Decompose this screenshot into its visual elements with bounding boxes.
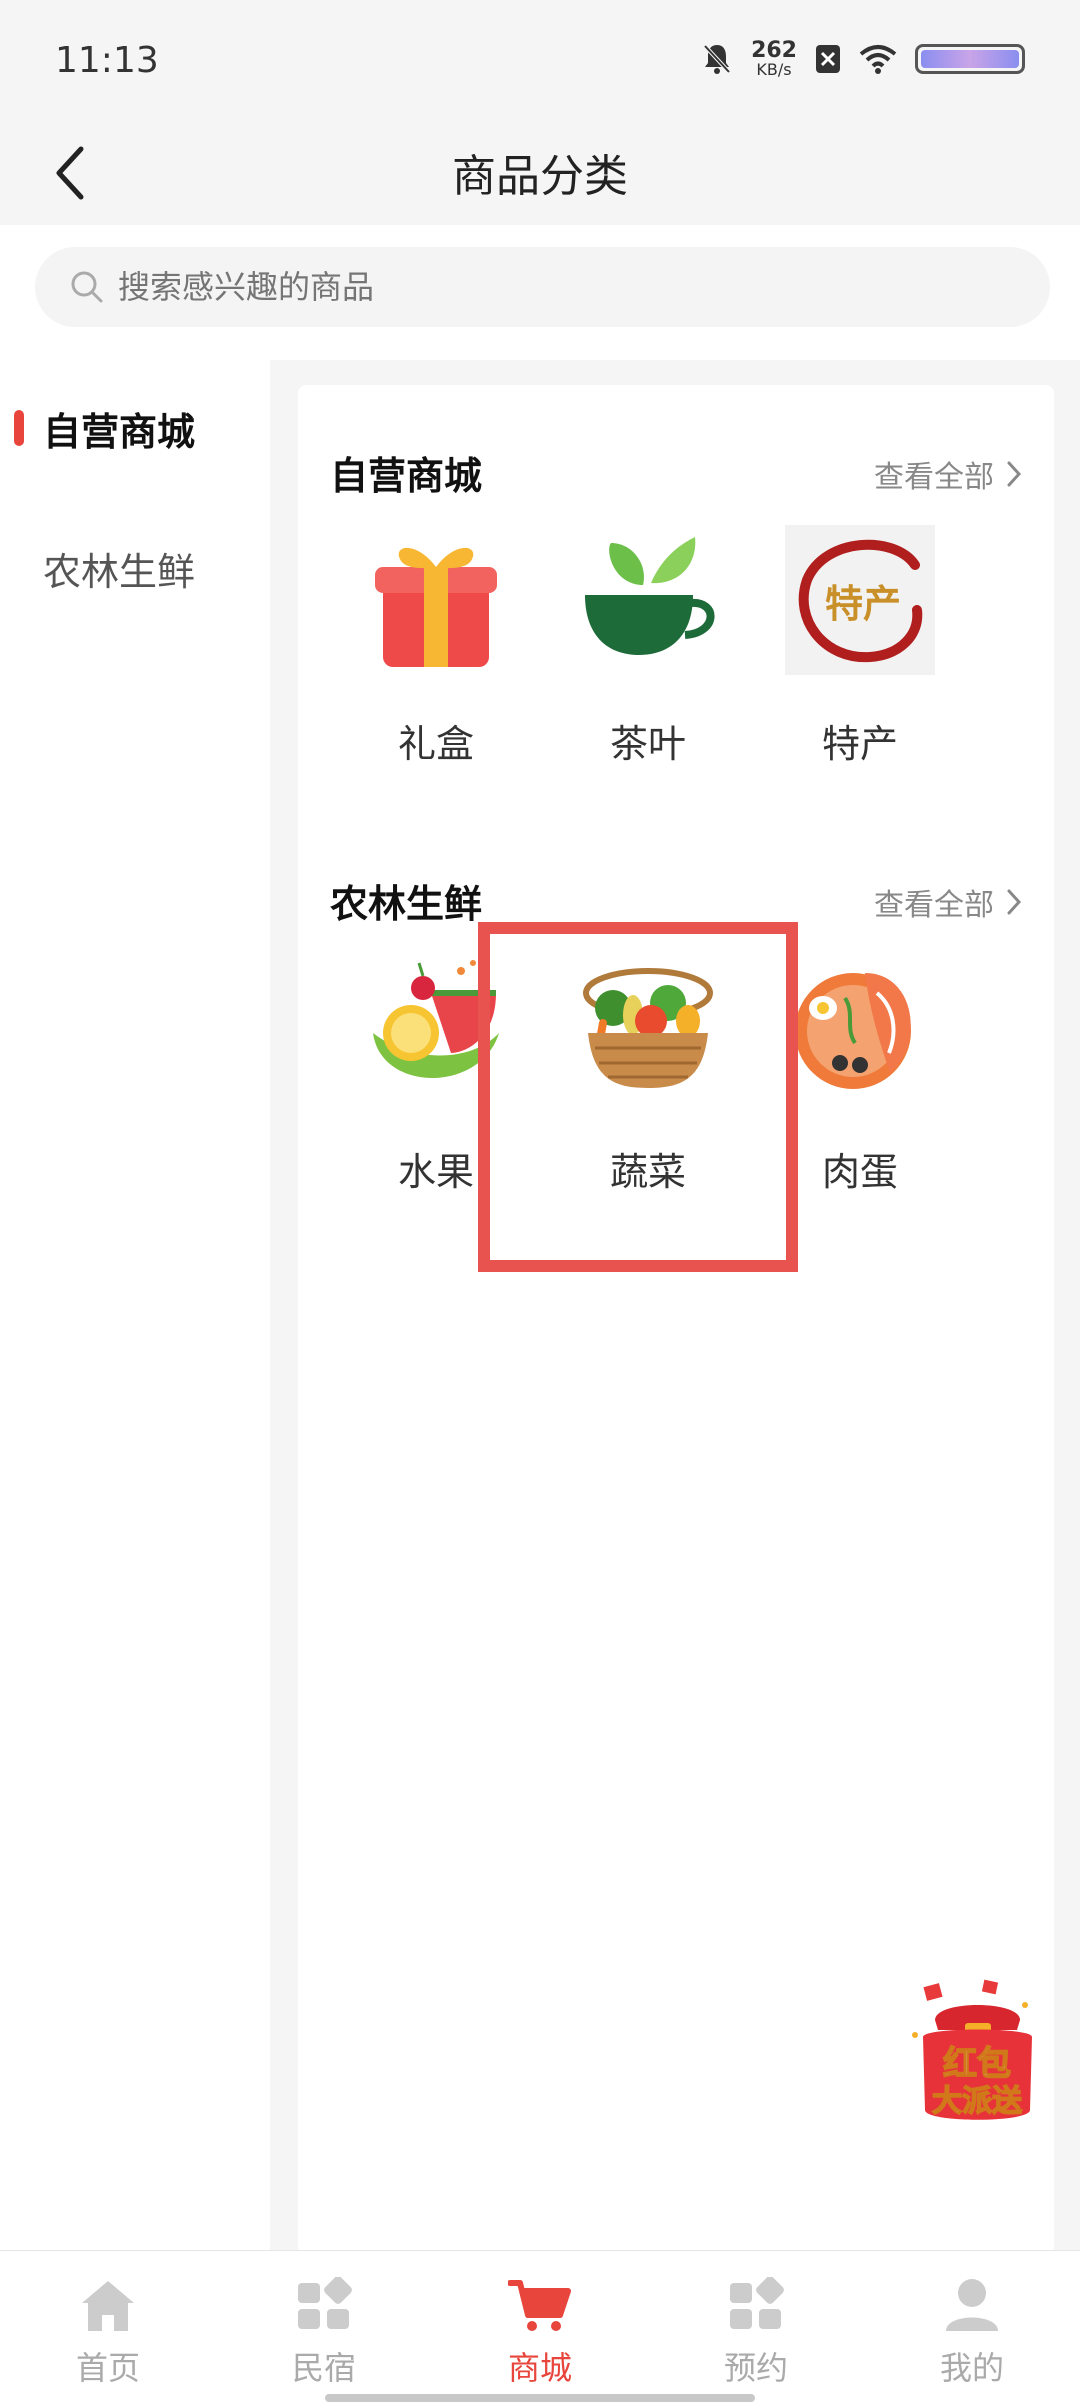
nav-item-home[interactable]: 首页 [0, 2251, 216, 2408]
tea-cup-icon [573, 525, 723, 675]
search-icon [71, 271, 103, 303]
sim-off-icon [816, 45, 840, 73]
bell-off-icon [703, 44, 731, 74]
active-marker [14, 410, 24, 446]
section-title: 自营商城 [330, 454, 483, 498]
red-packet-text-2: 大派送 [932, 2084, 1022, 2119]
meat-egg-icon [785, 953, 935, 1103]
vegetable-basket-icon [573, 953, 723, 1103]
user-icon [946, 2279, 998, 2331]
chevron-right-icon [1007, 461, 1022, 487]
grid-icon [298, 2277, 352, 2329]
speed-value: 262 [751, 38, 797, 63]
red-packet-text-1: 红包 [943, 2044, 1011, 2084]
category-item-meat-egg[interactable]: 肉蛋 [775, 953, 945, 1203]
page-title: 商品分类 [452, 151, 628, 202]
sidebar-item-label: 农林生鲜 [43, 549, 196, 594]
sidebar-item-label: 自营商城 [43, 409, 196, 454]
category-sidebar: 自营商城 农林生鲜 [0, 360, 270, 2250]
specialty-seal-icon: 特产 [785, 525, 935, 675]
nav-item-mall[interactable]: 商城 [432, 2251, 648, 2408]
header: 商品分类 [0, 120, 1080, 225]
view-all-link[interactable]: 查看全部 [874, 880, 1022, 924]
category-item-gift[interactable]: 礼盒 [351, 525, 521, 775]
status-bar: 11:13 262 KB/s [0, 0, 1080, 120]
bottom-nav: 首页 民宿 商城 预约 我的 [0, 2250, 1080, 2408]
network-speed: 262 KB/s [751, 40, 797, 78]
nav-item-booking[interactable]: 预约 [648, 2251, 864, 2408]
chevron-right-icon [1007, 889, 1022, 915]
category-label: 茶叶 [609, 722, 686, 766]
view-all-label: 查看全部 [874, 460, 994, 495]
nav-label: 首页 [75, 2349, 140, 2387]
category-label: 特产 [821, 722, 898, 766]
nav-label: 民宿 [291, 2349, 356, 2387]
category-label: 礼盒 [397, 722, 474, 766]
view-all-link[interactable]: 查看全部 [874, 452, 1022, 496]
nav-label: 预约 [723, 2349, 788, 2387]
home-indicator [325, 2394, 755, 2402]
section-title: 农林生鲜 [330, 882, 483, 926]
search-box[interactable] [35, 247, 1050, 327]
search-area [0, 225, 1080, 360]
category-item-specialty[interactable]: 特产 特产 [775, 525, 945, 775]
category-item-fruit[interactable]: 水果 [351, 953, 521, 1203]
sidebar-item-self-mall[interactable]: 自营商城 [0, 388, 270, 468]
gift-box-icon [361, 525, 511, 675]
home-icon [82, 2281, 134, 2331]
category-item-vegetable[interactable]: 蔬菜 [563, 953, 733, 1203]
wifi-icon [859, 45, 897, 74]
nav-label: 我的 [939, 2349, 1004, 2387]
view-all-label: 查看全部 [874, 888, 994, 923]
seal-text: 特产 [825, 581, 901, 626]
nav-item-homestay[interactable]: 民宿 [216, 2251, 432, 2408]
grid-icon [730, 2277, 784, 2329]
speed-unit: KB/s [756, 60, 792, 79]
category-item-tea[interactable]: 茶叶 [563, 525, 733, 775]
status-time: 11:13 [55, 40, 159, 81]
red-packet-button[interactable]: 红包 大派送 [905, 1975, 1050, 2135]
nav-item-mine[interactable]: 我的 [864, 2251, 1080, 2408]
cart-icon [508, 2280, 571, 2331]
battery-icon [915, 44, 1025, 74]
sidebar-item-fresh-produce[interactable]: 农林生鲜 [0, 528, 270, 608]
fruit-icon [361, 953, 511, 1103]
category-label: 蔬菜 [609, 1150, 686, 1194]
search-input[interactable] [118, 268, 918, 306]
category-label: 水果 [397, 1150, 474, 1194]
category-label: 肉蛋 [821, 1150, 898, 1194]
status-icons: 262 KB/s [701, 40, 1025, 78]
nav-label: 商城 [507, 2349, 572, 2387]
